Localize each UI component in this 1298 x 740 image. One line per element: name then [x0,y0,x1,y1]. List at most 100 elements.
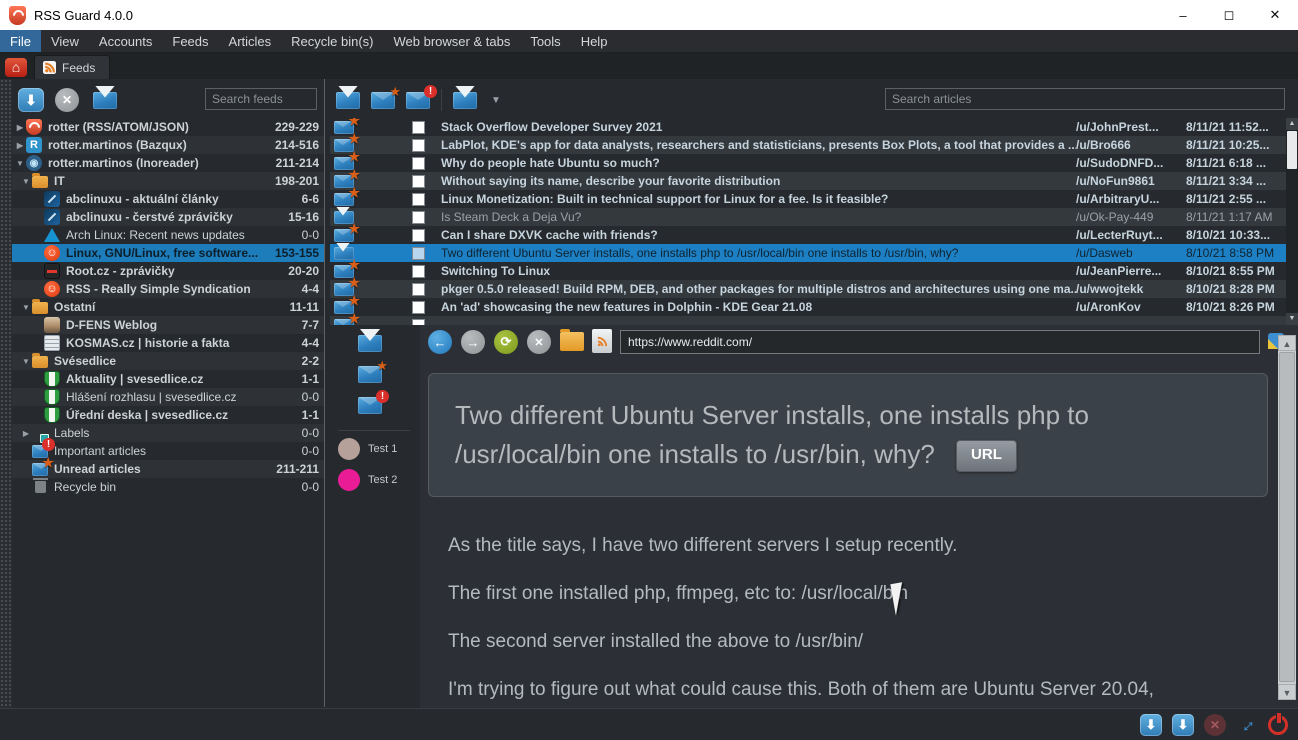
expander-icon[interactable]: ▼ [20,357,32,366]
read-checkbox[interactable] [412,193,425,206]
read-checkbox[interactable] [412,283,425,296]
feed-row[interactable]: ▼rotter.martinos (Inoreader)211-214 [12,154,324,172]
article-row[interactable]: Two different Ubuntu Server installs, on… [330,244,1286,262]
search-feeds-input[interactable] [205,88,317,110]
feed-row[interactable]: ▼Svésedlice2-2 [12,352,324,370]
menu-help[interactable]: Help [571,30,618,52]
feed-row[interactable]: abclinuxu - aktuální články6-6 [12,190,324,208]
update-feeds-button[interactable]: ⬇ [18,88,44,112]
menu-articles[interactable]: Articles [219,30,282,52]
stop-running-button[interactable]: ✕ [1204,714,1226,736]
panel-splitter[interactable] [324,79,325,707]
article-row[interactable]: Linux Monetization: Built in technical s… [330,190,1286,208]
rss-page-icon[interactable] [592,329,612,353]
article-row[interactable]: Can I share DXVK cache with friends?/u/L… [330,226,1286,244]
article-row[interactable]: Switching To Linux/u/JeanPierre...8/10/2… [330,262,1286,280]
read-checkbox[interactable] [412,301,425,314]
expander-icon[interactable]: ▶ [14,141,26,150]
read-checkbox[interactable] [412,229,425,242]
scroll-down-arrow[interactable]: ▼ [1278,684,1296,700]
article-url-button[interactable]: URL [956,440,1017,472]
scrollbar-thumb[interactable] [1287,131,1297,169]
expander-icon[interactable]: ▼ [14,159,26,168]
feed-row[interactable]: Hlášení rozhlasu | svesedlice.cz0-0 [12,388,324,406]
update-all-button[interactable]: ⬇ [1172,714,1194,736]
feed-row[interactable]: Arch Linux: Recent news updates0-0 [12,226,324,244]
feeds-dock-handle[interactable] [0,79,12,708]
read-checkbox[interactable] [412,121,425,134]
open-folder-icon[interactable] [560,332,584,351]
scroll-up-arrow[interactable]: ▲ [1286,118,1298,130]
article-row[interactable]: pkger 0.5.0 released! Build RPM, DEB, an… [330,280,1286,298]
feed-row[interactable]: Aktuality | svesedlice.cz1-1 [12,370,324,388]
minimize-button[interactable]: – [1160,0,1206,30]
mark-important-button[interactable] [406,92,430,109]
home-tab-button[interactable]: ⌂ [2,55,30,79]
feed-row[interactable]: RSS - Really Simple Syndication4-4 [12,280,324,298]
back-button[interactable]: ← [428,330,452,354]
scroll-up-arrow[interactable]: ▲ [1278,335,1296,351]
menu-recycle-bin-s-[interactable]: Recycle bin(s) [281,30,383,52]
menu-feeds[interactable]: Feeds [162,30,218,52]
label-test-2[interactable]: Test 2 [338,469,397,491]
read-checkbox[interactable] [412,211,425,224]
maximize-button[interactable]: ◻ [1206,0,1252,30]
feed-row[interactable]: abclinuxu - čerstvé zprávičky15-16 [12,208,324,226]
expander-icon[interactable]: ▼ [20,177,32,186]
mark-all-articles-button[interactable] [453,92,477,109]
read-checkbox[interactable] [412,247,425,260]
chevron-down-icon[interactable]: ▼ [491,95,501,106]
article-row[interactable]: LabPlot, KDE's app for data analysts, re… [330,136,1286,154]
feed-row[interactable]: ▼Ostatní11-11 [12,298,324,316]
stop-update-button[interactable]: ✕ [55,88,79,112]
feed-row[interactable]: ▼IT198-201 [12,172,324,190]
expander-icon[interactable]: ▶ [14,123,26,132]
article-row[interactable]: Is Steam Deck a Deja Vu?/u/Ok-Pay-4498/1… [330,208,1286,226]
quit-button[interactable] [1268,715,1288,735]
feed-row[interactable]: Recycle bin0-0 [12,478,324,496]
expander-icon[interactable]: ▼ [20,303,32,312]
stop-button[interactable]: ✕ [527,330,551,354]
read-checkbox[interactable] [412,265,425,278]
label-test-1[interactable]: Test 1 [338,438,397,460]
article-row[interactable]: An 'ad' showcasing the new features in D… [330,298,1286,316]
article-row[interactable]: Stack Overflow Developer Survey 2021/u/J… [330,118,1286,136]
read-checkbox[interactable] [412,139,425,152]
fullscreen-toggle-icon[interactable]: ↔ [1231,709,1262,740]
mark-unread-button[interactable] [371,92,395,109]
close-button[interactable]: ✕ [1252,0,1298,30]
article-row[interactable]: Why do people hate Ubuntu so much?/u/Sud… [330,154,1286,172]
feed-row[interactable]: ▶Labels0-0 [12,424,324,442]
scrollbar-thumb[interactable] [1279,352,1295,682]
scroll-down-arrow[interactable]: ▼ [1286,313,1298,325]
refresh-button[interactable]: ⟳ [494,330,518,354]
forward-button[interactable]: → [461,330,485,354]
feed-row[interactable]: Important articles0-0 [12,442,324,460]
read-checkbox[interactable] [412,157,425,170]
mark-all-read-button[interactable] [93,92,117,109]
feed-row[interactable]: ▶rotter (RSS/ATOM/JSON)229-229 [12,118,324,136]
mark-read-button[interactable] [336,92,360,109]
expander-icon[interactable]: ▶ [20,429,32,438]
menu-tools[interactable]: Tools [520,30,570,52]
download-manager-button[interactable]: ⬇ [1140,714,1162,736]
feed-row[interactable]: Unread articles211-211 [12,460,324,478]
article-list-scrollbar[interactable]: ▲ ▼ [1286,118,1298,325]
search-articles-input[interactable] [885,88,1285,110]
feed-row[interactable]: ▶rotter.martinos (Bazqux)214-516 [12,136,324,154]
menu-file[interactable]: File [0,30,41,52]
feed-row[interactable]: KOSMAS.cz | historie a fakta4-4 [12,334,324,352]
preview-scrollbar[interactable]: ▲ ▼ [1278,335,1296,700]
feed-row[interactable]: Úřední deska | svesedlice.cz1-1 [12,406,324,424]
url-bar[interactable] [620,330,1260,354]
read-checkbox[interactable] [412,175,425,188]
article-row[interactable]: Without saying its name, describe your f… [330,172,1286,190]
menu-view[interactable]: View [41,30,89,52]
toggle-unread-button[interactable] [358,366,382,383]
feed-row[interactable]: Root.cz - zprávičky20-20 [12,262,324,280]
toggle-important-button[interactable] [358,397,382,414]
menu-accounts[interactable]: Accounts [89,30,162,52]
menu-web-browser-tabs[interactable]: Web browser & tabs [384,30,521,52]
tab-feeds[interactable]: Feeds [34,55,110,79]
feed-row[interactable]: D-FENS Weblog7-7 [12,316,324,334]
